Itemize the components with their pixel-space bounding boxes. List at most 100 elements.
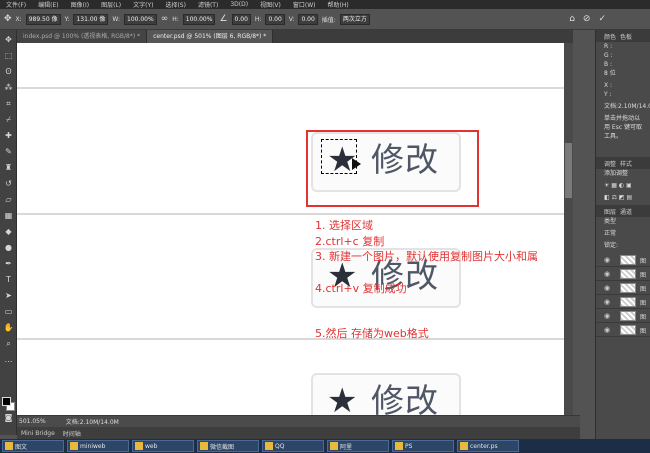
taskbar-item-label: miniweb (80, 442, 106, 450)
layer-thumbnail (620, 283, 636, 293)
scrollbar-thumb[interactable] (565, 143, 572, 198)
layer-row[interactable]: ◉ 图 (596, 267, 650, 281)
info-x: X : (604, 82, 613, 89)
menu-item[interactable]: 视图(V) (254, 0, 287, 9)
canvas[interactable]: ★ 修改 ★ 修改 ★ 修改 1. 选择区域 2.ctrl+c 复制 3. 新建… (17, 43, 564, 415)
angle-field[interactable]: 0.00 (231, 13, 251, 25)
adjust-icons-2[interactable]: ◧ ⚖ ◩ ▤ (596, 193, 650, 205)
menu-item[interactable]: 选择(S) (159, 0, 192, 9)
note-step-3: 3. 新建一个图片，默认使用复制图片大小和属 (315, 250, 538, 263)
cancel-icon[interactable]: ⊘ (583, 14, 591, 24)
taskbar-item[interactable]: QQ (262, 440, 324, 452)
link-icon[interactable]: ∞ (161, 14, 169, 24)
layer-filter[interactable]: 类型 (596, 217, 650, 229)
eye-icon[interactable]: ◉ (604, 326, 610, 334)
dodge-icon[interactable]: ● (2, 242, 15, 254)
eye-icon[interactable]: ◉ (604, 284, 610, 292)
tab-swatches[interactable]: 色板 (620, 32, 632, 41)
extra-icon[interactable]: … (2, 354, 15, 366)
options-bar: ✥ X: 989.50 像 Y: 131.00 像 W: 100.00% ∞ H… (0, 9, 650, 30)
menu-item[interactable]: 3D(D) (224, 1, 254, 8)
magic-wand-icon[interactable]: ⁂ (2, 82, 15, 94)
hand-icon[interactable]: ✋ (2, 322, 15, 334)
menu-item[interactable]: 滤镜(T) (192, 0, 224, 9)
tab-color[interactable]: 颜色 (604, 32, 616, 41)
vskew-field[interactable]: 0.00 (298, 13, 318, 25)
taskbar-item-label: center.ps (470, 442, 498, 450)
menu-item[interactable]: 文件(F) (0, 0, 32, 9)
menu-item[interactable]: 编辑(E) (32, 0, 64, 9)
h-field[interactable]: 100.00% (182, 13, 216, 25)
move-tool-icon[interactable]: ✥ (4, 14, 12, 24)
layer-row[interactable]: ◉ 图 (596, 309, 650, 323)
tab-channels[interactable]: 通道 (620, 207, 632, 216)
angle-icon: ∠ (219, 13, 228, 24)
eye-icon[interactable]: ◉ (604, 270, 610, 278)
healing-icon[interactable]: ✚ (2, 130, 15, 142)
interp-select[interactable]: 两次立方 (339, 13, 370, 25)
layer-row[interactable]: ◉ 图 (596, 281, 650, 295)
stamp-icon[interactable]: ♜ (2, 162, 15, 174)
note-step-2: 2.ctrl+c 复制 (315, 235, 385, 248)
w-field[interactable]: 100.00% (124, 13, 157, 25)
taskbar-item[interactable]: 阿里 (327, 440, 389, 452)
taskbar-item[interactable]: miniweb (67, 440, 129, 452)
taskbar-item[interactable]: 图文 (2, 440, 64, 452)
path-select-icon[interactable]: ➤ (2, 290, 15, 302)
menu-bar: 文件(F) 编辑(E) 图像(I) 图层(L) 文字(Y) 选择(S) 滤镜(T) 3D(D)… (0, 0, 650, 9)
layer-row[interactable]: ◉ 图 (596, 253, 650, 267)
menu-item[interactable]: 帮助(H) (322, 0, 355, 9)
crop-icon[interactable]: ⌗ (2, 98, 15, 110)
layers-panel-tabs: 图层 通道 (596, 205, 650, 217)
blur-icon[interactable]: ◆ (2, 226, 15, 238)
layer-row[interactable]: ◉ 图 (596, 295, 650, 309)
taskbar-item[interactable]: 微信截图 (197, 440, 259, 452)
zoom-icon[interactable]: ⌕ (2, 338, 15, 350)
lasso-icon[interactable]: ʘ (2, 66, 15, 78)
commit-icon[interactable]: ✓ (598, 14, 606, 24)
type-icon[interactable]: T (2, 274, 15, 286)
gradient-icon[interactable]: ▦ (2, 210, 15, 222)
tab-layers[interactable]: 图层 (604, 207, 616, 216)
menu-item[interactable]: 图像(I) (65, 0, 95, 9)
eye-icon[interactable]: ◉ (604, 256, 610, 264)
history-brush-icon[interactable]: ↺ (2, 178, 15, 190)
eyedropper-icon[interactable]: ⌿ (2, 114, 15, 126)
shape-icon[interactable]: ▭ (2, 306, 15, 318)
tools-panel: ✥ ⬚ ʘ ⁂ ⌗ ⌿ ✚ ✎ ♜ ↺ ▱ ▦ ◆ ● ✒ T ➤ ▭ ✋ ⌕ … (0, 30, 17, 435)
layer-row[interactable]: ◉ 图 (596, 323, 650, 337)
warp-icon[interactable]: ⌂ (569, 14, 575, 24)
taskbar-item[interactable]: center.ps (457, 440, 519, 452)
brush-icon[interactable]: ✎ (2, 146, 15, 158)
taskbar-item[interactable]: PS (392, 440, 454, 452)
tab-styles[interactable]: 样式 (620, 159, 632, 168)
eye-icon[interactable]: ◉ (604, 298, 610, 306)
timeline-tab[interactable]: 时间轴 (63, 429, 81, 438)
adjust-icons[interactable]: ☀ ▦ ◐ ▣ (596, 181, 650, 193)
menu-item[interactable]: 窗口(W) (287, 0, 322, 9)
h-label: H: (172, 15, 179, 23)
mini-bridge-tab[interactable]: Mini Bridge (21, 430, 55, 437)
zoom-level[interactable]: 501.05% (19, 418, 46, 425)
foreground-color-swatch[interactable] (2, 397, 11, 406)
note-step-5: 5.然后 存储为web格式 (315, 327, 429, 340)
taskbar-item[interactable]: web (132, 440, 194, 452)
blend-mode[interactable]: 正常 (596, 229, 650, 241)
hskew-field[interactable]: 0.00 (265, 13, 285, 25)
eraser-icon[interactable]: ▱ (2, 194, 15, 206)
tab-index[interactable]: index.psd @ 100% (透视表格, RGB/8*) * (17, 30, 148, 43)
menu-item[interactable]: 图层(L) (95, 0, 127, 9)
pen-icon[interactable]: ✒ (2, 258, 15, 270)
eye-icon[interactable]: ◉ (604, 312, 610, 320)
menu-item[interactable]: 文字(Y) (127, 0, 159, 9)
info-hint-1: 单击并拖动以 (604, 115, 641, 122)
tab-center[interactable]: center.psd @ 501% (图层 6, RGB/8*) * (147, 30, 274, 43)
x-field[interactable]: 989.50 像 (25, 13, 61, 25)
doc-size: 文档:2.10M/14.0M (65, 419, 119, 426)
y-field[interactable]: 131.00 像 (73, 13, 109, 25)
tab-adjustments[interactable]: 调整 (604, 159, 616, 168)
vertical-scrollbar[interactable] (564, 43, 573, 415)
move-icon[interactable]: ✥ (2, 34, 15, 46)
quick-mask-icon[interactable]: ◙ (2, 412, 15, 424)
marquee-icon[interactable]: ⬚ (2, 50, 15, 62)
